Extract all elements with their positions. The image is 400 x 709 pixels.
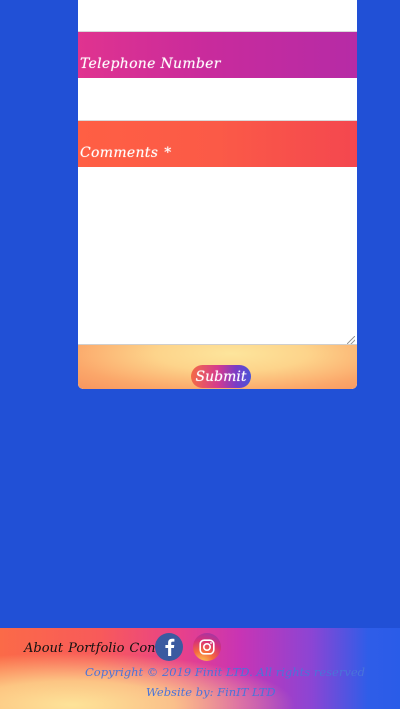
copyright-text: Copyright © 2019 Finit LTD. All rights r… bbox=[85, 665, 365, 679]
website-credit: Website by: FinIT LTD bbox=[146, 685, 276, 699]
site-footer: About Portfolio Contact Copyright © 2019… bbox=[0, 628, 400, 709]
contact-form: Telephone Number Comments * Submit bbox=[78, 0, 357, 389]
submit-button[interactable]: Submit bbox=[191, 365, 251, 388]
comments-label: Comments bbox=[80, 145, 159, 161]
nav-link-about[interactable]: About bbox=[24, 641, 63, 656]
comments-textarea[interactable] bbox=[78, 167, 357, 345]
facebook-button[interactable] bbox=[155, 633, 183, 661]
telephone-input[interactable] bbox=[78, 78, 357, 121]
facebook-icon bbox=[165, 638, 175, 656]
telephone-label-band: Telephone Number bbox=[78, 32, 357, 78]
comments-label-band: Comments * bbox=[78, 121, 357, 167]
nav-link-portfolio[interactable]: Portfolio bbox=[68, 641, 124, 656]
required-marker: * bbox=[164, 145, 172, 161]
previous-field-input[interactable] bbox=[78, 0, 357, 32]
telephone-label: Telephone Number bbox=[80, 56, 221, 72]
textarea-resize-handle[interactable] bbox=[347, 336, 355, 344]
instagram-button[interactable] bbox=[193, 633, 221, 661]
submit-band: Submit bbox=[78, 345, 357, 389]
instagram-icon bbox=[199, 639, 215, 655]
